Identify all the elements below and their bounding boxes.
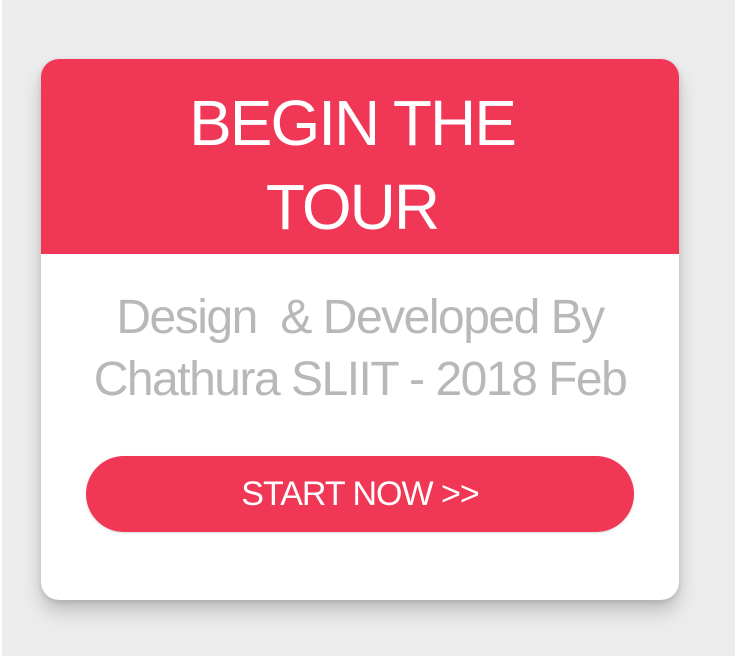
title-line-1: BEGIN THE: [189, 87, 517, 159]
credits-text: Design & Developed By Chathura SLIIT - 2…: [41, 287, 679, 411]
page-title: BEGIN THE TOUR: [41, 81, 663, 249]
card-header: BEGIN THE TOUR: [41, 59, 679, 254]
credits-line-2: Chathura SLIIT - 2018 Feb: [93, 353, 628, 406]
credits-line-1: Design & Developed By: [116, 291, 605, 344]
title-line-2: TOUR: [265, 171, 440, 243]
tour-card: BEGIN THE TOUR Design & Developed By Cha…: [41, 59, 679, 600]
start-now-button[interactable]: START NOW >>: [86, 456, 634, 532]
page-edge-divider: [0, 0, 2, 656]
